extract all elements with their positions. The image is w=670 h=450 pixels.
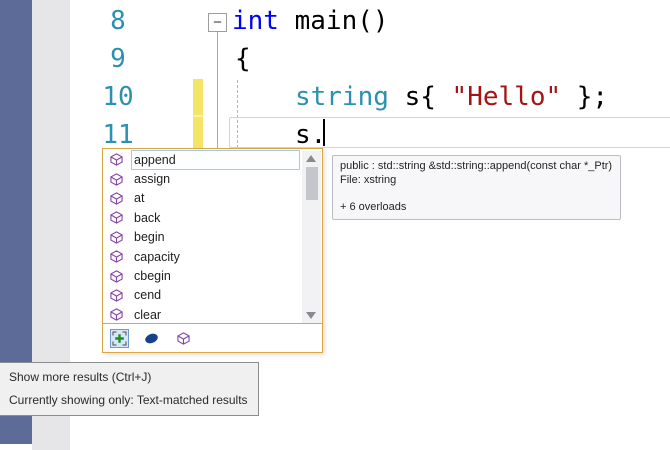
- completion-item-label: cend: [134, 288, 162, 303]
- method-filter-icon: [177, 331, 190, 345]
- status-line-1: Show more results (Ctrl+J): [9, 370, 152, 384]
- completion-item[interactable]: capacity: [103, 247, 322, 266]
- method-cube-icon: [110, 289, 123, 302]
- string-literal-token: "Hello": [451, 82, 562, 112]
- method-cube-icon: [110, 230, 123, 244]
- keyword-filter-icon: [143, 331, 160, 345]
- fold-scope-line: [217, 32, 218, 148]
- method-cube-icon: [110, 211, 123, 225]
- method-cube-icon: [110, 172, 123, 186]
- signature-text: public : std::string &std::string::appen…: [340, 160, 613, 172]
- scrollbar-thumb[interactable]: [305, 167, 318, 200]
- code-line-9[interactable]: {: [235, 40, 251, 78]
- changed-lines-indicator: [193, 79, 203, 148]
- completion-item[interactable]: back: [103, 208, 322, 227]
- completion-item[interactable]: assign: [103, 169, 322, 188]
- completion-item-label: append: [134, 152, 176, 167]
- method-cube-icon: [110, 308, 123, 322]
- method-filter-button[interactable]: [174, 329, 193, 348]
- code-fold-collapse-button[interactable]: −: [208, 13, 227, 32]
- plain-token: {: [235, 44, 251, 74]
- code-line-10[interactable]: string s{ "Hello" };: [295, 78, 608, 116]
- completion-item-label: back: [134, 210, 161, 225]
- scroll-up-icon[interactable]: [306, 155, 316, 162]
- completion-item-label: clear: [134, 307, 162, 322]
- line-number: 8: [110, 6, 126, 36]
- completion-item[interactable]: begin: [103, 228, 322, 247]
- completion-item[interactable]: cbegin: [103, 266, 322, 285]
- completion-item[interactable]: cend: [103, 286, 322, 305]
- signature-overloads: + 6 overloads: [340, 200, 407, 213]
- completion-scrollbar[interactable]: [302, 151, 321, 323]
- completion-list: append assign at back begin capacity cbe…: [103, 149, 322, 325]
- intellisense-popup: append assign at back begin capacity cbe…: [102, 148, 323, 353]
- completion-item-label: cbegin: [134, 269, 171, 284]
- method-cube-icon: [110, 269, 123, 283]
- scroll-down-icon[interactable]: [306, 312, 316, 319]
- code-line-8[interactable]: int main(): [232, 2, 389, 40]
- completion-item[interactable]: at: [103, 189, 322, 208]
- signature-tooltip: public : std::string &std::string::appen…: [332, 155, 622, 220]
- line-number: 9: [110, 44, 126, 74]
- method-cube-icon: [110, 250, 123, 263]
- plain-token: main(): [278, 6, 389, 36]
- editor-window: 8 9 10 11 − int main() { string s{ "Hell…: [0, 0, 670, 450]
- completion-item-label: capacity: [134, 249, 180, 264]
- line-number: 10: [102, 82, 134, 112]
- method-cube-icon: [110, 192, 123, 205]
- completion-item[interactable]: append: [103, 149, 322, 170]
- plain-token: };: [561, 82, 609, 112]
- completion-filter-toolbar: [103, 323, 322, 352]
- method-cube-icon: [110, 153, 123, 166]
- completion-item-label: at: [134, 191, 145, 206]
- plain-token: s{: [388, 82, 452, 112]
- keyword-filter-button[interactable]: [142, 329, 161, 348]
- type-token: string: [295, 82, 389, 112]
- signature-file: File: xstring: [340, 173, 397, 186]
- status-line-2: Currently showing only: Text-matched res…: [9, 393, 248, 407]
- expand-results-button[interactable]: [110, 328, 129, 348]
- plain-token: s.: [295, 120, 327, 150]
- keyword-token: int: [232, 6, 279, 36]
- completion-item-label: assign: [134, 172, 171, 187]
- completion-item-label: begin: [134, 230, 165, 245]
- expand-results-icon: [112, 331, 127, 345]
- completion-item[interactable]: clear: [103, 305, 322, 324]
- filter-status-tooltip: Show more results (Ctrl+J) Currently sho…: [0, 362, 259, 416]
